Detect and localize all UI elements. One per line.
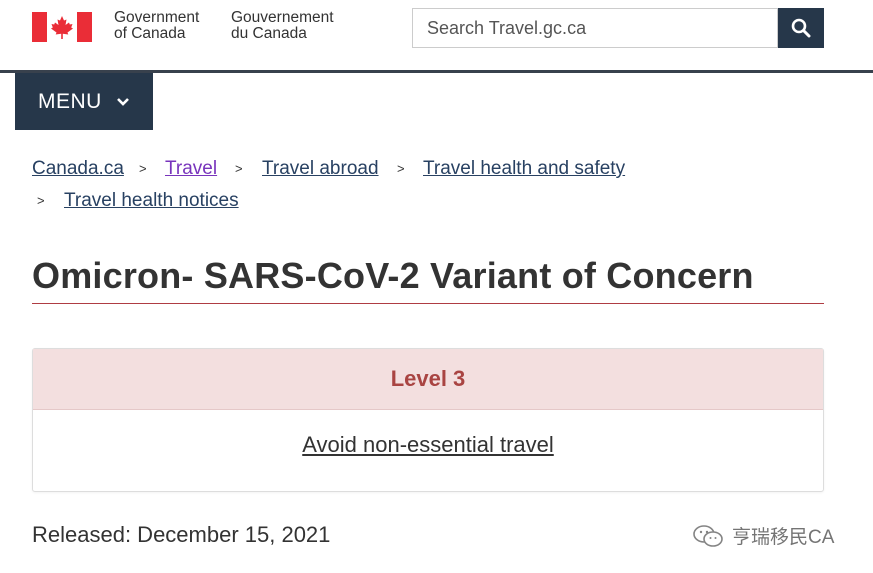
released-date: Released: December 15, 2021 <box>32 522 331 547</box>
wechat-icon <box>693 524 723 547</box>
breadcrumb-link-canada[interactable]: Canada.ca <box>32 158 124 179</box>
breadcrumb-link-travel[interactable]: Travel <box>165 158 217 179</box>
wordmark-en-line2: of Canada <box>114 25 186 42</box>
advisory-level-heading: Level 3 <box>33 349 823 410</box>
canada-flag-icon[interactable] <box>32 12 92 42</box>
breadcrumb-item-travel-abroad[interactable]: Travel abroad <box>262 153 379 185</box>
search-input[interactable]: Search Travel.gc.ca <box>412 8 778 48</box>
breadcrumb-item-travel-health-notices[interactable]: Travel health notices <box>64 185 239 217</box>
gouvernement-du-canada-wordmark: Gouvernement du Canada <box>231 10 334 42</box>
site-header: Government of Canada Gouvernement du Can… <box>0 0 873 72</box>
wordmark-en-line1: Government <box>114 9 200 26</box>
wordmark-fr-line2: du Canada <box>231 25 307 42</box>
breadcrumb-separator: > <box>235 161 243 176</box>
advisory-body: Avoid non-essential travel <box>33 410 823 480</box>
menu-label: MENU <box>38 89 102 113</box>
breadcrumb-link-travel-abroad[interactable]: Travel abroad <box>262 158 379 179</box>
search-button[interactable] <box>778 8 824 48</box>
travel-advisory-panel: Level 3 Avoid non-essential travel <box>32 348 824 492</box>
chevron-down-icon <box>116 97 129 106</box>
search-icon <box>791 18 811 38</box>
watermark-text: 亨瑞移民CA <box>732 527 835 548</box>
page-title: Omicron- SARS-CoV-2 Variant of Concern <box>32 255 754 296</box>
breadcrumb-item-canada[interactable]: Canada.ca <box>32 153 124 185</box>
government-of-canada-wordmark: Government of Canada <box>114 10 199 42</box>
advisory-action-link[interactable]: Avoid non-essential travel <box>302 432 554 458</box>
search-placeholder: Search Travel.gc.ca <box>427 17 587 38</box>
breadcrumb-item-travel[interactable]: Travel <box>165 153 217 185</box>
breadcrumb-link-travel-health-safety[interactable]: Travel health and safety <box>423 158 625 179</box>
breadcrumb-item-travel-health-safety[interactable]: Travel health and safety <box>423 153 625 185</box>
wordmark-fr-line1: Gouvernement <box>231 9 334 26</box>
breadcrumb-separator: > <box>37 193 45 208</box>
breadcrumb-separator: > <box>139 161 147 176</box>
breadcrumb-separator: > <box>397 161 405 176</box>
breadcrumb-link-travel-health-notices[interactable]: Travel health notices <box>64 190 239 211</box>
title-underline <box>32 303 824 304</box>
menu-button[interactable]: MENU <box>15 73 153 130</box>
watermark: 亨瑞移民CA <box>692 522 834 549</box>
